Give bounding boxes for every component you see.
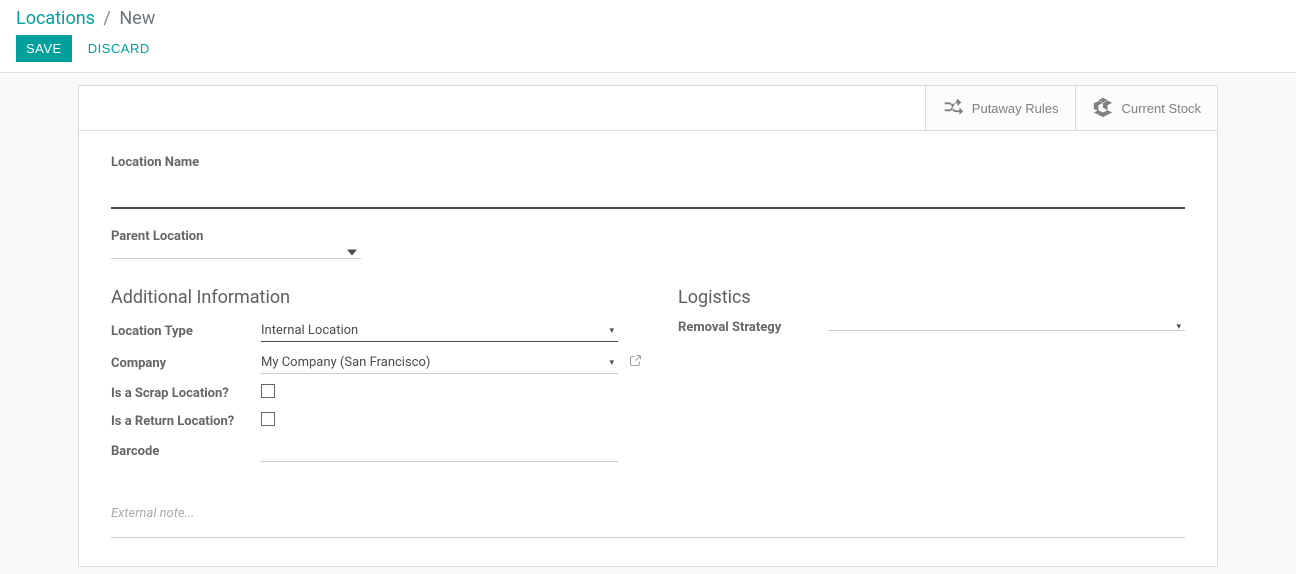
breadcrumb-locations[interactable]: Locations (16, 8, 95, 29)
current-stock-label: Current Stock (1122, 101, 1201, 116)
form-sheet: Putaway Rules Current Stock Location Nam… (78, 85, 1218, 567)
stat-button-box: Putaway Rules Current Stock (79, 86, 1217, 131)
is-return-checkbox[interactable] (261, 412, 275, 426)
is-scrap-row: Is a Scrap Location? (111, 384, 618, 402)
barcode-label: Barcode (111, 444, 261, 459)
removal-strategy-row: Removal Strategy ▾ (678, 320, 1185, 335)
logistics-section: Logistics Removal Strategy ▾ (678, 287, 1185, 472)
additional-info-title: Additional Information (111, 287, 618, 308)
form-body: Location Name Parent Location Additional… (79, 131, 1217, 566)
putaway-rules-label: Putaway Rules (972, 101, 1059, 116)
two-column-layout: Additional Information Location Type Int… (111, 287, 1185, 472)
external-note-input[interactable] (111, 500, 1185, 538)
location-type-select[interactable]: Internal Location ▾ (261, 320, 618, 342)
breadcrumb: Locations / New (16, 8, 1280, 29)
parent-location-label: Parent Location (111, 229, 1185, 244)
action-buttons: Save Discard (16, 35, 1280, 62)
parent-location-select[interactable] (111, 250, 361, 259)
location-type-value: Internal Location (261, 323, 358, 338)
save-button[interactable]: Save (16, 35, 72, 62)
location-name-input[interactable] (111, 176, 1185, 209)
caret-down-icon: ▾ (609, 358, 614, 368)
is-return-row: Is a Return Location? (111, 412, 618, 430)
current-stock-button[interactable]: Current Stock (1075, 86, 1217, 130)
caret-down-icon: ▾ (1176, 322, 1181, 332)
location-name-label: Location Name (111, 155, 1185, 170)
breadcrumb-current: New (119, 8, 155, 29)
location-type-label: Location Type (111, 324, 261, 339)
is-return-label: Is a Return Location? (111, 414, 261, 429)
barcode-input[interactable] (261, 440, 618, 462)
discard-button[interactable]: Discard (78, 35, 160, 62)
removal-strategy-select[interactable]: ▾ (828, 324, 1185, 331)
putaway-rules-button[interactable]: Putaway Rules (925, 86, 1075, 130)
external-link-icon[interactable] (629, 354, 642, 371)
breadcrumb-separator: / (103, 8, 110, 29)
company-value: My Company (San Francisco) (261, 355, 430, 370)
parent-location-group: Parent Location (111, 229, 1185, 259)
is-scrap-label: Is a Scrap Location? (111, 386, 261, 401)
company-select[interactable]: My Company (San Francisco) ▾ (261, 352, 618, 374)
logistics-title: Logistics (678, 287, 1185, 308)
company-label: Company (111, 356, 261, 371)
caret-down-icon (347, 247, 357, 262)
shuffle-icon (942, 96, 964, 121)
caret-down-icon: ▾ (609, 326, 614, 336)
is-scrap-checkbox[interactable] (261, 384, 275, 398)
company-row: Company My Company (San Francisco) ▾ (111, 352, 618, 374)
location-name-group: Location Name (111, 155, 1185, 209)
control-panel: Locations / New Save Discard (0, 0, 1296, 73)
removal-strategy-label: Removal Strategy (678, 320, 828, 335)
additional-info-section: Additional Information Location Type Int… (111, 287, 618, 472)
cubes-icon (1092, 96, 1114, 121)
location-type-row: Location Type Internal Location ▾ (111, 320, 618, 342)
barcode-row: Barcode (111, 440, 618, 462)
